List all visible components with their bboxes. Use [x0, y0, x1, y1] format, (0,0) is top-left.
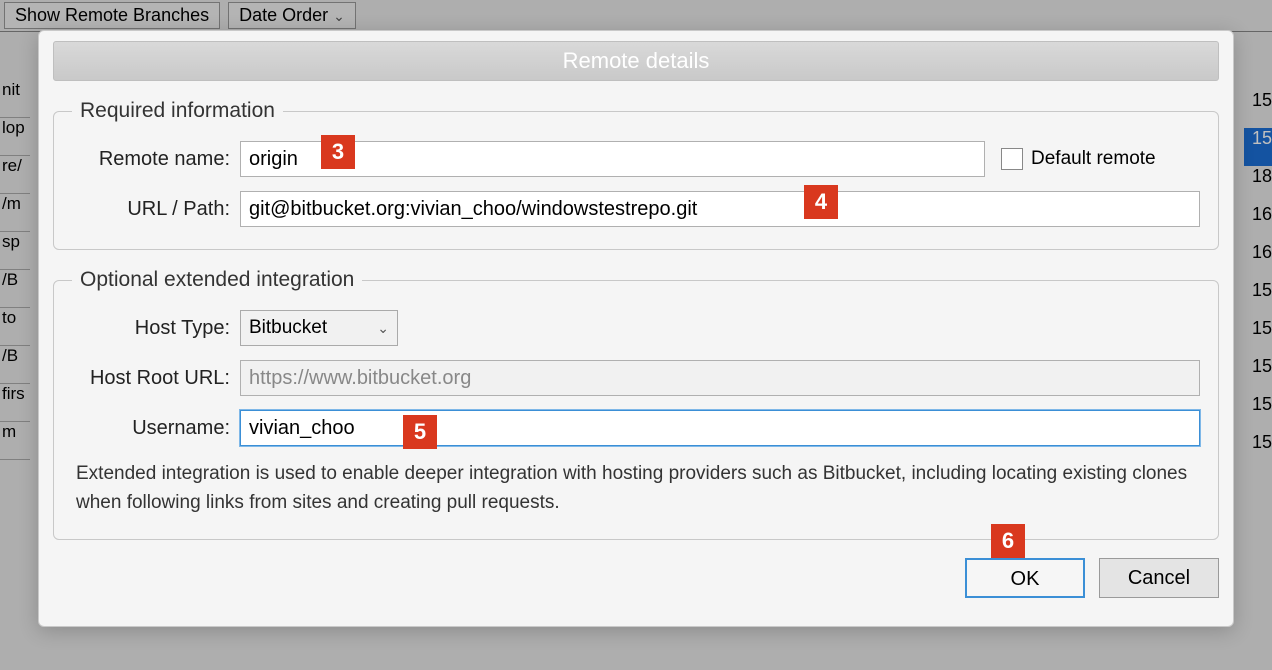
host-type-label: Host Type:	[72, 317, 240, 340]
callout-4: 4	[804, 185, 838, 219]
bg-show-remote-button: Show Remote Branches	[4, 2, 220, 29]
bg-right-item: 16	[1244, 242, 1272, 280]
chevron-down-icon: ⌄	[377, 320, 389, 337]
bg-left-item: /B	[0, 270, 30, 308]
bg-left-item: firs	[0, 384, 30, 422]
bg-left-item: /m	[0, 194, 30, 232]
callout-3: 3	[321, 135, 355, 169]
url-path-label: URL / Path:	[72, 198, 240, 221]
callout-6: 6	[991, 524, 1025, 558]
optional-integration-group: Optional extended integration Host Type:…	[53, 268, 1219, 540]
integration-hint-text: Extended integration is used to enable d…	[72, 460, 1200, 517]
url-path-input[interactable]	[240, 191, 1200, 227]
host-type-select[interactable]: Bitbucket ⌄	[240, 310, 398, 346]
bg-left-item: lop	[0, 118, 30, 156]
bg-right-item: 15	[1244, 90, 1272, 128]
bg-left-item: to	[0, 308, 30, 346]
bg-right-item: 15	[1244, 318, 1272, 356]
dialog-buttons: OK Cancel	[53, 558, 1219, 598]
required-info-group: Required information Remote name: Defaul…	[53, 99, 1219, 250]
username-label: Username:	[72, 417, 240, 440]
host-root-url-label: Host Root URL:	[72, 367, 240, 390]
remote-details-dialog: Remote details Required information Remo…	[38, 30, 1234, 627]
cancel-button[interactable]: Cancel	[1099, 558, 1219, 598]
remote-name-label: Remote name:	[72, 148, 240, 171]
bg-right-item: 18	[1244, 166, 1272, 204]
bg-left-list: nitlopre//msp/Bto/Bfirsm	[0, 80, 30, 460]
bg-toolbar: Show Remote Branches Date Order ⌄	[0, 0, 1272, 32]
bg-right-item: 15	[1244, 394, 1272, 432]
ok-button[interactable]: OK	[965, 558, 1085, 598]
bg-right-item: 15	[1244, 432, 1272, 470]
callout-5: 5	[403, 415, 437, 449]
chevron-down-icon: ⌄	[333, 8, 345, 24]
username-input[interactable]	[240, 410, 1200, 446]
dialog-title: Remote details	[53, 41, 1219, 81]
bg-left-item: re/	[0, 156, 30, 194]
bg-right-list: 15151816161515151515	[1244, 90, 1272, 470]
bg-right-item: 16	[1244, 204, 1272, 242]
default-remote-label: Default remote	[1031, 148, 1156, 170]
bg-right-item: 15	[1244, 280, 1272, 318]
bg-right-item: 15	[1244, 128, 1272, 166]
bg-left-item: sp	[0, 232, 30, 270]
bg-date-order-button: Date Order ⌄	[228, 2, 356, 29]
bg-left-item: m	[0, 422, 30, 460]
host-root-url-input	[240, 360, 1200, 396]
bg-right-item: 15	[1244, 356, 1272, 394]
default-remote-checkbox[interactable]	[1001, 148, 1023, 170]
required-legend: Required information	[72, 99, 283, 123]
bg-left-item: /B	[0, 346, 30, 384]
bg-left-item: nit	[0, 80, 30, 118]
optional-legend: Optional extended integration	[72, 268, 362, 292]
